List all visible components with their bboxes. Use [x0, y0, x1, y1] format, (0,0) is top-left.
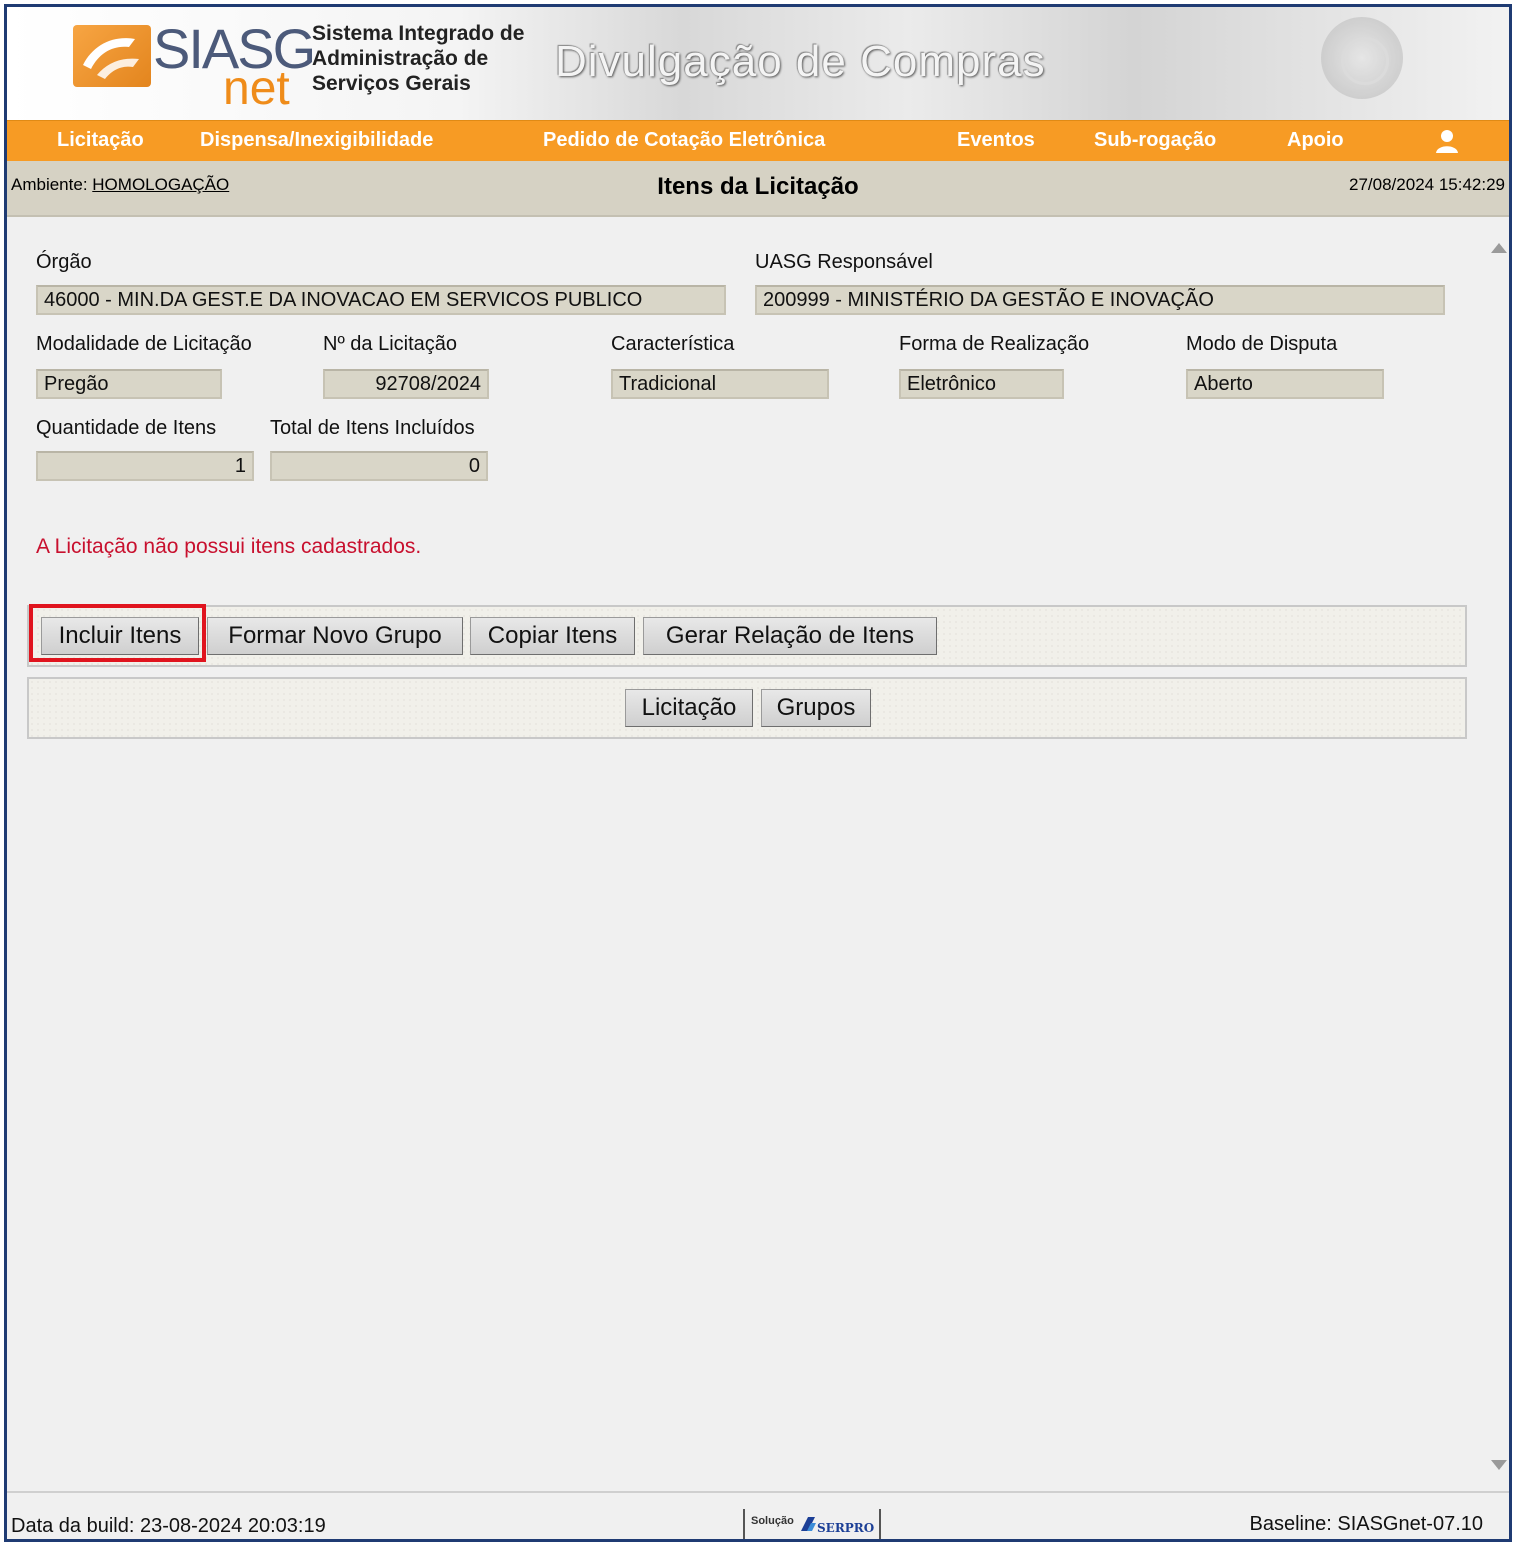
- numero-label: Nº da Licitação: [323, 333, 458, 355]
- current-datetime: 27/08/2024 15:42:29: [1349, 175, 1505, 194]
- user-icon[interactable]: [1435, 129, 1459, 153]
- system-name-line-2: Administração de: [312, 47, 489, 70]
- system-name-line-3: Serviços Gerais: [312, 72, 471, 95]
- serpro-icon: [799, 1515, 817, 1533]
- quantidade-itens-field: 1: [36, 451, 254, 481]
- banner-title: Divulgação de Compras: [555, 37, 1046, 86]
- serpro-prefix: Solução: [751, 1515, 794, 1527]
- modo-disputa-label: Modo de Disputa: [1186, 333, 1338, 355]
- logo-net: net: [223, 62, 290, 115]
- quantidade-itens-label: Quantidade de Itens: [36, 417, 217, 439]
- total-itens-label: Total de Itens Incluídos: [270, 417, 475, 439]
- uasg-field: 200999 - MINISTÉRIO DA GESTÃO E INOVAÇÃO: [755, 285, 1445, 315]
- orgao-label: Órgão: [36, 251, 92, 273]
- incluir-itens-button[interactable]: Incluir Itens: [41, 617, 199, 655]
- menu-item-eventos[interactable]: Eventos: [957, 121, 1035, 159]
- forma-realizacao-label: Forma de Realização: [899, 333, 1090, 355]
- baseline-version: Baseline: SIASGnet-07.10: [1249, 1513, 1483, 1535]
- no-items-alert: A Licitação não possui itens cadastrados…: [36, 535, 422, 558]
- page-title: Itens da Licitação: [657, 173, 859, 200]
- main-menu: Licitação Dispensa/Inexigibilidade Pedid…: [7, 120, 1509, 162]
- scroll-up-arrow-icon[interactable]: [1491, 243, 1507, 253]
- caracteristica-field: Tradicional: [611, 369, 829, 399]
- forma-realizacao-field: Eletrônico: [899, 369, 1064, 399]
- title-bar: Ambiente: HOMOLOGAÇÃO Itens da Licitação…: [7, 161, 1509, 217]
- modo-disputa-field: Aberto: [1186, 369, 1384, 399]
- app-window: SIASG net Sistema Integrado de Administr…: [4, 4, 1512, 1542]
- brazil-coat-of-arms-icon: [1321, 17, 1403, 99]
- caracteristica-label: Característica: [611, 333, 735, 355]
- numero-field: 92708/2024: [323, 369, 489, 399]
- siasg-logo-icon: [73, 25, 151, 87]
- menu-item-apoio[interactable]: Apoio: [1287, 121, 1344, 159]
- total-itens-field: 0: [270, 451, 488, 481]
- modalidade-label: Modalidade de Licitação: [36, 333, 252, 355]
- gerar-relacao-itens-button[interactable]: Gerar Relação de Itens: [643, 617, 937, 655]
- navigation-panel: Licitação Grupos: [27, 677, 1467, 739]
- orgao-field: 46000 - MIN.DA GEST.E DA INOVACAO EM SER…: [36, 285, 726, 315]
- menu-item-pedido-cotacao[interactable]: Pedido de Cotação Eletrônica: [543, 121, 825, 159]
- scroll-down-arrow-icon[interactable]: [1491, 1460, 1507, 1470]
- modalidade-field: Pregão: [36, 369, 222, 399]
- header-banner: SIASG net Sistema Integrado de Administr…: [7, 7, 1509, 120]
- actions-panel: Incluir Itens Formar Novo Grupo Copiar I…: [27, 605, 1467, 667]
- copiar-itens-button[interactable]: Copiar Itens: [470, 617, 635, 655]
- build-date: Data da build: 23-08-2024 20:03:19: [11, 1515, 326, 1537]
- main-content: Órgão 46000 - MIN.DA GEST.E DA INOVACAO …: [7, 229, 1509, 1489]
- menu-item-dispensa[interactable]: Dispensa/Inexigibilidade: [200, 121, 433, 159]
- menu-item-licitacao[interactable]: Licitação: [57, 121, 144, 159]
- system-name: Sistema Integrado de Administração de Se…: [312, 21, 542, 96]
- serpro-name: SERPRO: [817, 1521, 875, 1535]
- system-name-line-1: Sistema Integrado de: [312, 22, 525, 45]
- footer: Data da build: 23-08-2024 20:03:19 Soluç…: [7, 1491, 1509, 1539]
- grupos-button[interactable]: Grupos: [761, 689, 871, 727]
- formar-novo-grupo-button[interactable]: Formar Novo Grupo: [207, 617, 463, 655]
- menu-item-sub-rogacao[interactable]: Sub-rogação: [1094, 121, 1216, 159]
- serpro-logo: Solução SERPRO: [743, 1509, 881, 1539]
- uasg-label: UASG Responsável: [755, 251, 933, 273]
- licitacao-button[interactable]: Licitação: [625, 689, 753, 727]
